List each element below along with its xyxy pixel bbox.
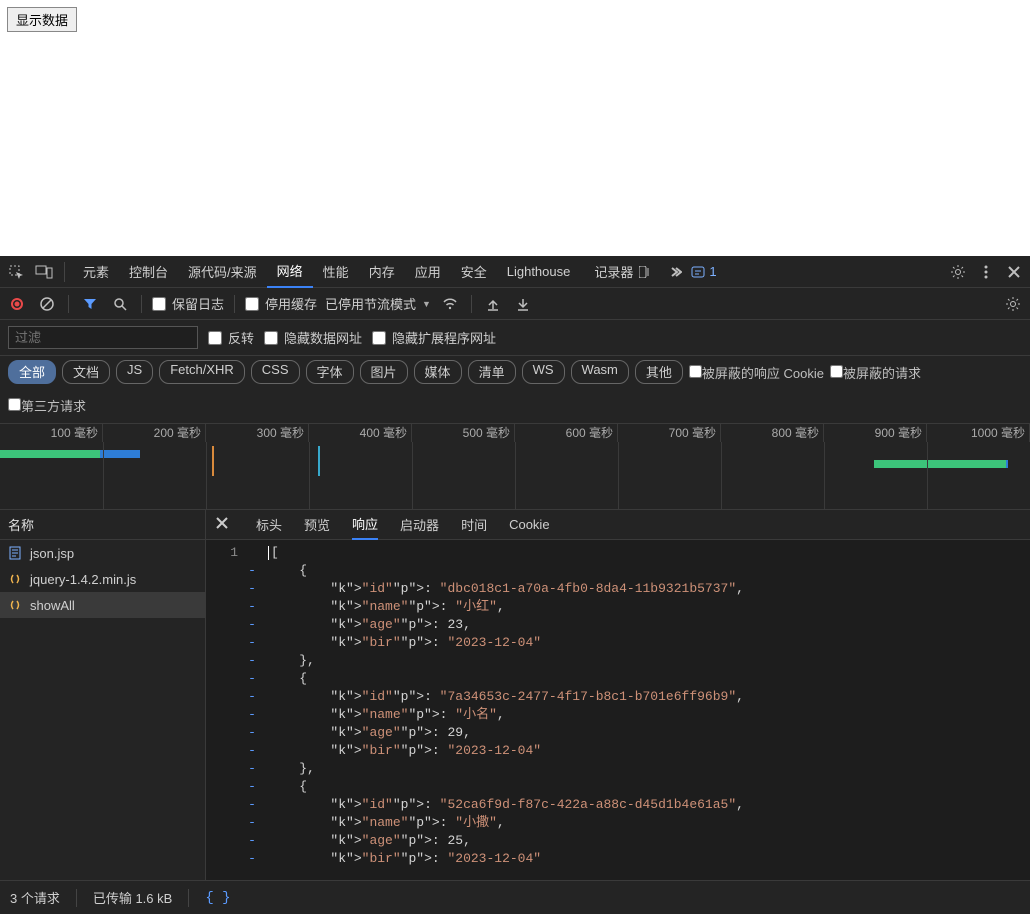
kebab-icon[interactable] (974, 260, 998, 284)
export-har-icon[interactable] (512, 293, 534, 315)
type-chip-其他[interactable]: 其他 (635, 360, 683, 384)
type-filter-row: 全部文档JSFetch/XHRCSS字体图片媒体清单WSWasm其他 被屏蔽的响… (0, 356, 1030, 424)
blocked-cookies-checkbox[interactable]: 被屏蔽的响应 Cookie (689, 363, 824, 382)
type-chip-JS[interactable]: JS (116, 360, 153, 384)
throttling-select[interactable]: 已停用节流模式▼ (325, 294, 431, 313)
tab-安全[interactable]: 安全 (451, 256, 497, 288)
type-chip-Wasm[interactable]: Wasm (571, 360, 629, 384)
status-transferred: 已传输 1.6 kB (93, 888, 172, 907)
filter-icon[interactable] (79, 293, 101, 315)
tab-应用[interactable]: 应用 (405, 256, 451, 288)
response-editor[interactable]: 1----------------- [ { "k">"id""p">: "db… (206, 540, 1030, 880)
type-chip-字体[interactable]: 字体 (306, 360, 354, 384)
network-toolbar: 保留日志 停用缓存 已停用节流模式▼ (0, 288, 1030, 320)
filter-input[interactable] (8, 326, 198, 349)
timeline[interactable]: 100 毫秒200 毫秒300 毫秒400 毫秒500 毫秒600 毫秒700 … (0, 424, 1030, 510)
detail-tab-启动器[interactable]: 启动器 (400, 510, 439, 540)
tab-源代码/来源[interactable]: 源代码/来源 (178, 256, 267, 288)
tab-控制台[interactable]: 控制台 (119, 256, 178, 288)
request-name: jquery-1.4.2.min.js (30, 572, 136, 587)
network-main: 名称 json.jsp jquery-1.4.2.min.js showAll 标头… (0, 510, 1030, 880)
import-har-icon[interactable] (482, 293, 504, 315)
inspect-icon[interactable] (4, 260, 28, 284)
request-list-header[interactable]: 名称 (0, 510, 205, 540)
tab-网络[interactable]: 网络 (267, 256, 313, 288)
more-tabs-icon[interactable] (663, 260, 687, 284)
timeline-tick: 1000 毫秒 (0, 424, 1030, 442)
tab-Lighthouse[interactable]: Lighthouse (497, 256, 581, 288)
devtools-panel: 元素控制台源代码/来源网络性能内存应用安全Lighthouse 记录器 1 (0, 256, 1030, 914)
close-detail-icon[interactable] (216, 517, 238, 532)
type-chip-媒体[interactable]: 媒体 (414, 360, 462, 384)
filter-bar: 反转 隐藏数据网址 隐藏扩展程序网址 (0, 320, 1030, 356)
hide-data-urls-checkbox[interactable]: 隐藏数据网址 (264, 328, 362, 347)
request-list: 名称 json.jsp jquery-1.4.2.min.js showAll (0, 510, 206, 880)
tab-元素[interactable]: 元素 (73, 256, 119, 288)
request-row[interactable]: json.jsp (0, 540, 205, 566)
type-chip-CSS[interactable]: CSS (251, 360, 300, 384)
type-chip-WS[interactable]: WS (522, 360, 565, 384)
detail-tab-Cookie[interactable]: Cookie (509, 510, 549, 540)
request-detail: 标头预览响应启动器时间 Cookie 1----------------- [ {… (206, 510, 1030, 880)
type-chip-Fetch/XHR[interactable]: Fetch/XHR (159, 360, 245, 384)
xhr-icon (8, 598, 22, 612)
type-chip-全部[interactable]: 全部 (8, 360, 56, 384)
search-icon[interactable] (109, 293, 131, 315)
detail-tab-时间[interactable]: 时间 (461, 510, 487, 540)
clear-icon[interactable] (36, 293, 58, 315)
request-name: showAll (30, 598, 75, 613)
status-bar: 3 个请求 已传输 1.6 kB { } (0, 880, 1030, 914)
request-name: json.jsp (30, 546, 74, 561)
record-icon[interactable] (6, 293, 28, 315)
detail-tab-响应[interactable]: 响应 (352, 510, 378, 540)
type-chip-清单[interactable]: 清单 (468, 360, 516, 384)
preserve-log-checkbox[interactable]: 保留日志 (152, 294, 224, 313)
page-top: 显示数据 (0, 0, 1030, 256)
tab-recorder[interactable]: 记录器 (584, 256, 659, 288)
js-icon (8, 572, 22, 586)
type-chip-图片[interactable]: 图片 (360, 360, 408, 384)
network-settings-icon[interactable] (1002, 293, 1024, 315)
issues-badge[interactable]: 1 (691, 264, 716, 279)
status-requests: 3 个请求 (10, 888, 60, 907)
type-chip-文档[interactable]: 文档 (62, 360, 110, 384)
settings-icon[interactable] (946, 260, 970, 284)
hide-ext-urls-checkbox[interactable]: 隐藏扩展程序网址 (372, 328, 496, 347)
network-conditions-icon[interactable] (439, 293, 461, 315)
devtools-tabstrip: 元素控制台源代码/来源网络性能内存应用安全Lighthouse 记录器 1 (0, 256, 1030, 288)
request-row[interactable]: showAll (0, 592, 205, 618)
disable-cache-checkbox[interactable]: 停用缓存 (245, 294, 317, 313)
detail-tab-标头[interactable]: 标头 (256, 510, 282, 540)
doc-icon (8, 546, 22, 560)
close-devtools-icon[interactable] (1002, 260, 1026, 284)
request-row[interactable]: jquery-1.4.2.min.js (0, 566, 205, 592)
third-party-checkbox[interactable]: 第三方请求 (8, 396, 86, 415)
show-data-button[interactable]: 显示数据 (7, 7, 77, 32)
pretty-print-icon[interactable]: { } (205, 890, 230, 906)
tab-性能[interactable]: 性能 (313, 256, 359, 288)
invert-checkbox[interactable]: 反转 (208, 328, 254, 347)
detail-tabs: 标头预览响应启动器时间 Cookie (206, 510, 1030, 540)
device-toggle-icon[interactable] (32, 260, 56, 284)
detail-tab-预览[interactable]: 预览 (304, 510, 330, 540)
blocked-requests-checkbox[interactable]: 被屏蔽的请求 (830, 363, 921, 382)
tab-内存[interactable]: 内存 (359, 256, 405, 288)
